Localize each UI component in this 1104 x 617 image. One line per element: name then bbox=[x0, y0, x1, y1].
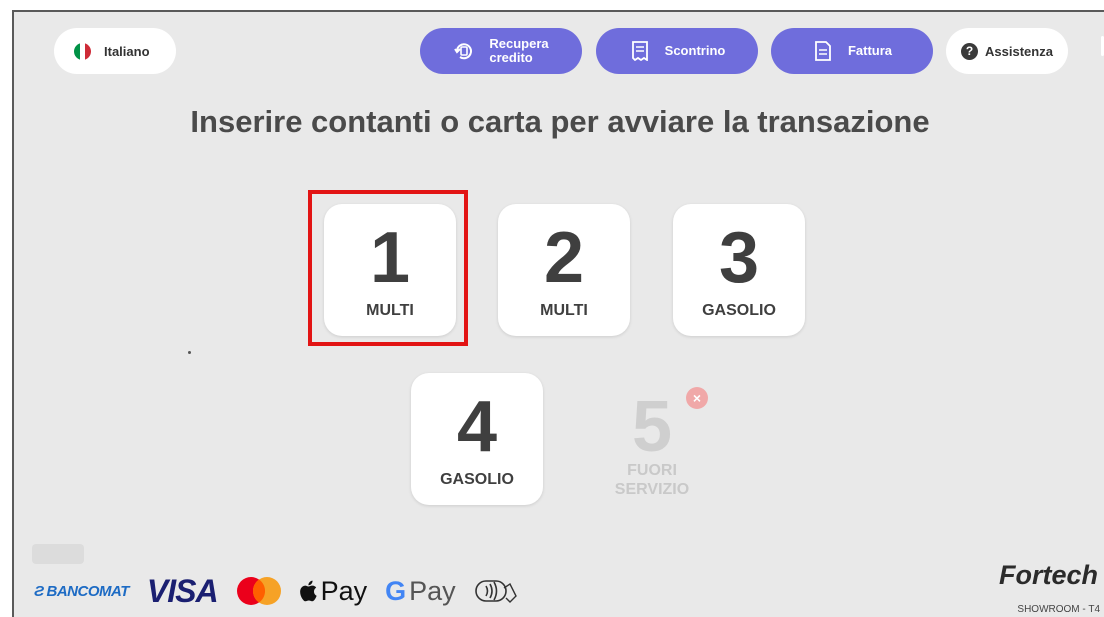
scontrino-label: Scontrino bbox=[664, 43, 726, 58]
pump-fuel-label: GASOLIO bbox=[440, 471, 514, 488]
pump-fuel-label: GASOLIO bbox=[702, 302, 776, 319]
faint-placeholder bbox=[32, 544, 84, 564]
pump-2-button[interactable]: 2 MULTI bbox=[498, 204, 630, 336]
station-label: SHOWROOM - T4 bbox=[1017, 604, 1100, 615]
apple-pay-logo: Pay bbox=[299, 575, 368, 607]
recupera-label-line1: Recupera bbox=[489, 36, 549, 51]
bancomat-mark: Ƨ bbox=[34, 582, 44, 600]
pump-4-button[interactable]: 4 GASOLIO bbox=[411, 373, 543, 505]
pump-number: 2 bbox=[543, 218, 585, 298]
fattura-button[interactable]: Fattura bbox=[771, 28, 933, 74]
instruction-headline: Inserire contanti o carta per avviare la… bbox=[190, 104, 930, 139]
fortech-logo: Fortech bbox=[998, 560, 1098, 590]
payment-methods: Ƨ BANCOMAT VISA Pay G Pay bbox=[34, 571, 538, 611]
help-icon: ? bbox=[961, 42, 979, 60]
assistenza-label: Assistenza bbox=[985, 43, 1053, 59]
pump-5-out-of-service: 5 × FUORI SERVIZIO bbox=[590, 373, 714, 505]
pump-status-line2: SERVIZIO bbox=[614, 481, 690, 498]
google-pay-logo: G Pay bbox=[385, 576, 456, 607]
out-of-service-icon: × bbox=[686, 387, 708, 409]
mastercard-logo bbox=[236, 576, 282, 606]
pump-number: 3 bbox=[718, 218, 760, 298]
pump-number: 1 bbox=[369, 218, 411, 298]
language-label: Italiano bbox=[104, 43, 150, 59]
visa-logo: VISA bbox=[146, 572, 219, 609]
pump-3-button[interactable]: 3 GASOLIO bbox=[673, 204, 805, 336]
kiosk-screen: Italiano Recupera credito Scontrino Fatt… bbox=[12, 10, 1104, 617]
fattura-label: Fattura bbox=[847, 43, 893, 58]
pump-1-button[interactable]: 1 MULTI bbox=[324, 204, 456, 336]
recupera-credito-button[interactable]: Recupera credito bbox=[420, 28, 582, 74]
bancomat-logo: Ƨ BANCOMAT bbox=[34, 583, 129, 600]
recupera-label-line2: credito bbox=[489, 50, 533, 65]
apple-pay-text: Pay bbox=[320, 575, 368, 606]
google-pay-text: Pay bbox=[409, 575, 456, 606]
pump-fuel-label: MULTI bbox=[366, 302, 414, 319]
invoice-icon bbox=[812, 40, 834, 62]
pump-status-label: FUORI SERVIZIO bbox=[590, 461, 714, 499]
contactless-icon bbox=[474, 576, 520, 606]
pump-number: 4 bbox=[456, 387, 498, 467]
google-g-icon: G bbox=[385, 575, 407, 606]
pump-fuel-label: MULTI bbox=[540, 302, 588, 319]
apple-icon bbox=[299, 580, 317, 602]
bancomat-text: BANCOMAT bbox=[46, 582, 130, 600]
italy-flag-icon bbox=[74, 42, 91, 60]
pump-status-line1: FUORI bbox=[627, 462, 677, 479]
stray-dot bbox=[188, 351, 191, 354]
language-selector[interactable]: Italiano bbox=[54, 28, 176, 74]
scontrino-button[interactable]: Scontrino bbox=[596, 28, 758, 74]
assistenza-button[interactable]: ? Assistenza bbox=[946, 28, 1068, 74]
refund-icon bbox=[453, 40, 475, 62]
receipt-icon bbox=[629, 40, 651, 62]
